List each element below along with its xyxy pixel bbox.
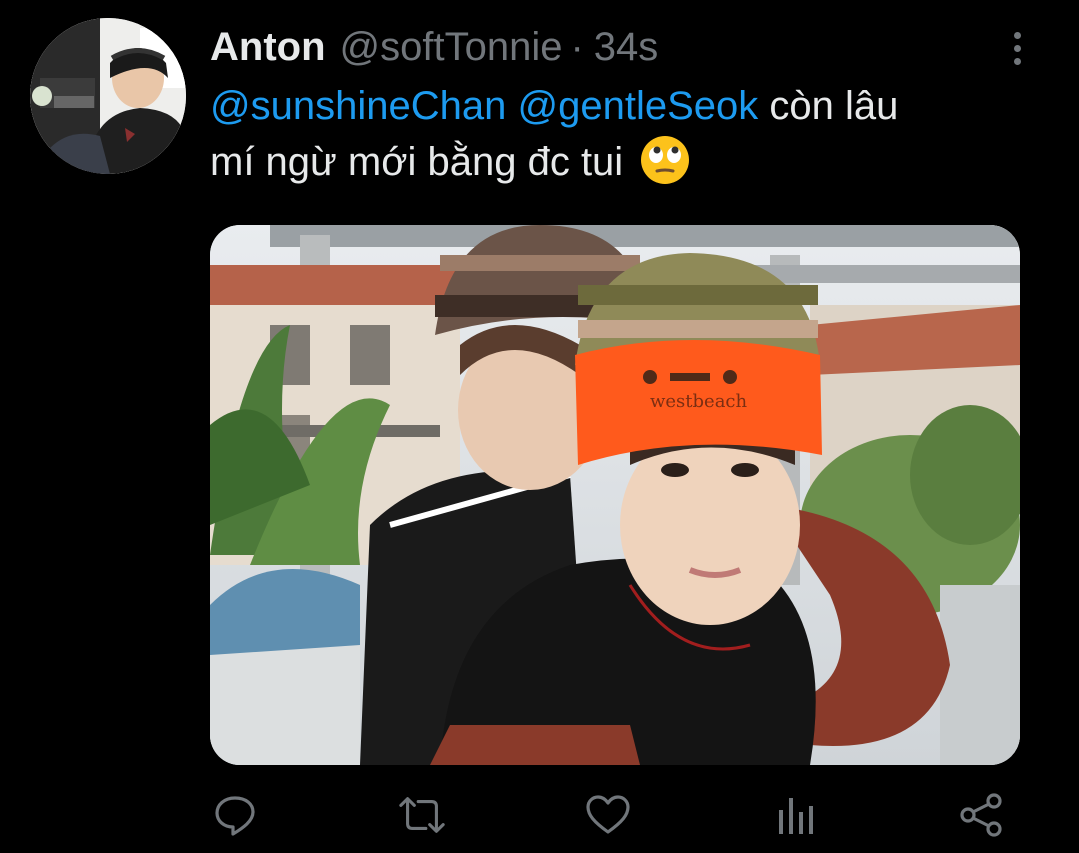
retweet-button[interactable]: [397, 790, 447, 840]
reply-icon: [215, 796, 255, 836]
mention-link[interactable]: @sunshineChan: [210, 84, 506, 128]
like-button[interactable]: [583, 790, 633, 840]
more-dot-icon: [1013, 57, 1021, 65]
tweet-body-text: còn lâu: [758, 84, 899, 128]
share-icon: [960, 793, 1002, 837]
mention-link[interactable]: @gentleSeok: [517, 84, 758, 128]
face-with-rolling-eyes-icon: [638, 133, 692, 187]
reply-button[interactable]: [210, 790, 260, 840]
author-avatar[interactable]: [30, 18, 186, 174]
analytics-icon: [779, 798, 813, 834]
more-dot-icon: [1013, 44, 1021, 52]
author-handle[interactable]: @softTonnie: [340, 22, 563, 72]
share-button[interactable]: [957, 790, 1007, 840]
author-display-name[interactable]: Anton: [210, 22, 326, 72]
tweet: Anton @softTonnie · 34s @sunshineChan @g…: [0, 0, 1079, 853]
more-options-button[interactable]: [1000, 26, 1034, 70]
avatar-image: [30, 18, 186, 174]
beanie-text: westbeach: [650, 391, 748, 412]
heart-icon: [586, 795, 630, 834]
tweet-text: @sunshineChan @gentleSeok còn lâu mí ngừ …: [210, 79, 1030, 189]
tweet-timestamp[interactable]: 34s: [594, 22, 659, 72]
more-dot-icon: [1013, 31, 1021, 39]
tweet-header: Anton @softTonnie · 34s: [210, 22, 658, 72]
tweet-media-image[interactable]: westbeach: [210, 225, 1020, 765]
photo-image: westbeach: [210, 225, 1020, 765]
tweet-body-text: mí ngừ mới bằng đc tui: [210, 140, 635, 184]
tweet-action-bar: [210, 790, 1030, 840]
header-separator: ·: [570, 25, 584, 69]
retweet-icon: [399, 797, 445, 833]
views-button[interactable]: [771, 790, 821, 840]
